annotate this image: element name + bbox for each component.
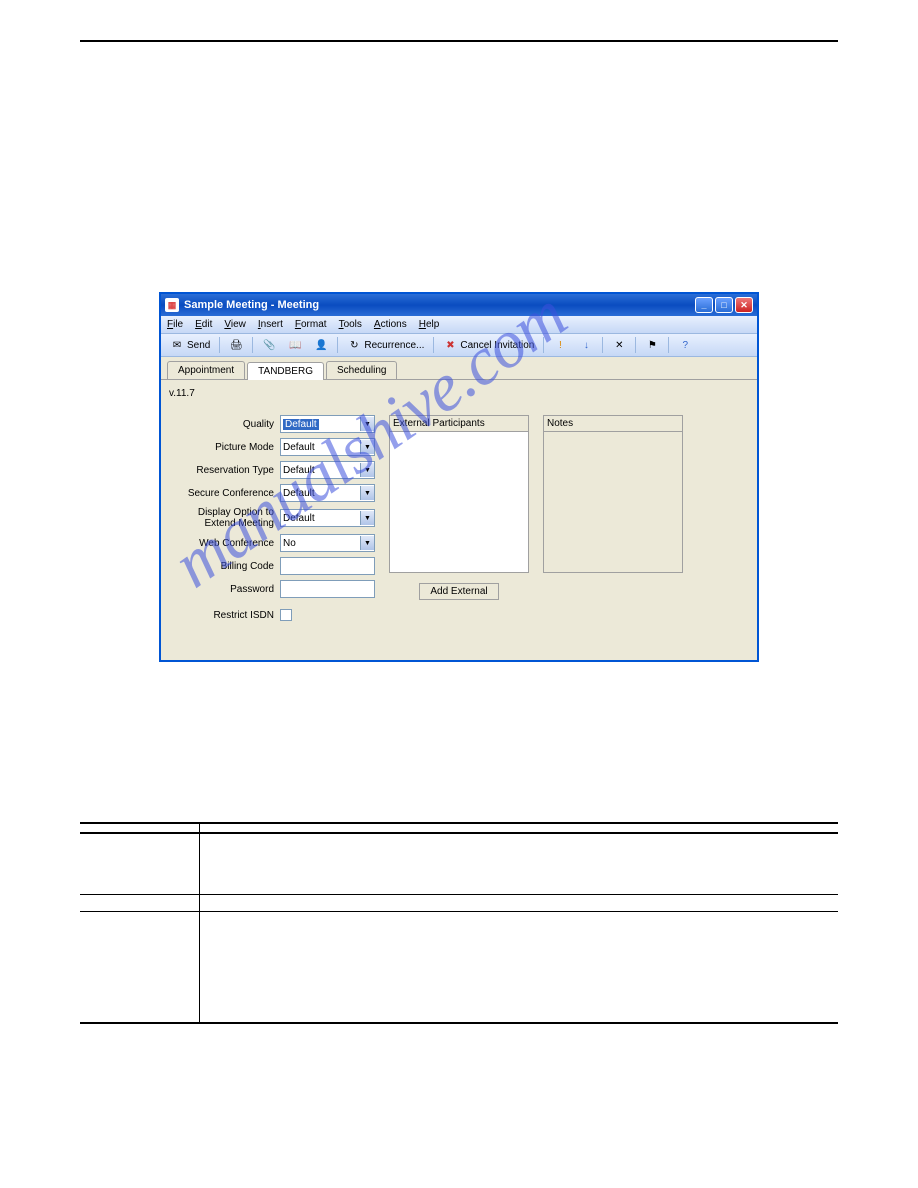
- book-icon: 📖: [288, 338, 302, 352]
- table-row-field: [80, 895, 200, 911]
- chevron-down-icon: ▼: [360, 417, 374, 431]
- table-row-field: [80, 912, 200, 1022]
- external-participants-label: External Participants: [390, 416, 528, 432]
- outlook-window: ▦ Sample Meeting - Meeting _ □ ✕ File Ed…: [159, 292, 759, 662]
- menu-insert[interactable]: Insert: [258, 319, 283, 330]
- web-conference-select[interactable]: No▼: [280, 534, 375, 552]
- book-button[interactable]: 📖: [285, 337, 305, 353]
- picture-mode-select[interactable]: Default▼: [280, 438, 375, 456]
- toolbar-separator: [668, 337, 669, 353]
- web-conference-label: Web Conference: [169, 538, 274, 549]
- table-row-description: [200, 895, 838, 911]
- toolbar-separator: [543, 337, 544, 353]
- cancel-icon: ✖: [443, 338, 457, 352]
- menu-file[interactable]: File: [167, 319, 183, 330]
- password-input[interactable]: [280, 580, 375, 598]
- toolbar-separator: [433, 337, 434, 353]
- flag-button[interactable]: ⚑: [642, 337, 662, 353]
- tab-content: v.11.7 Quality Default▼ Picture Mode Def…: [161, 380, 757, 660]
- calendar-icon: ▦: [165, 298, 179, 312]
- importance-low-button[interactable]: ↓: [576, 337, 596, 353]
- table-header-field: [80, 824, 200, 832]
- notes-panel: Notes: [543, 415, 683, 573]
- tab-row: Appointment TANDBERG Scheduling: [161, 357, 757, 380]
- chevron-down-icon: ▼: [360, 440, 374, 454]
- secure-conference-label: Secure Conference: [169, 488, 274, 499]
- quality-label: Quality: [169, 419, 274, 430]
- person-icon: 👤: [314, 338, 328, 352]
- print-icon: 🖨: [229, 338, 243, 352]
- importance-high-button[interactable]: !: [550, 337, 570, 353]
- close-button[interactable]: ✕: [735, 297, 753, 313]
- quality-select[interactable]: Default▼: [280, 415, 375, 433]
- tab-appointment[interactable]: Appointment: [167, 361, 245, 379]
- display-option-label: Display Option to Extend Meeting: [169, 507, 274, 529]
- send-icon: ✉: [170, 338, 184, 352]
- menu-tools[interactable]: Tools: [339, 319, 362, 330]
- table-row-description: [200, 834, 838, 894]
- check-names-button[interactable]: 👤: [311, 337, 331, 353]
- toolbar: ✉ Send 🖨 📎 📖 👤 ↻ Recurrence... ✖ Cancel …: [161, 334, 757, 357]
- external-participants-list[interactable]: [390, 432, 528, 572]
- table-row-field: [80, 834, 200, 894]
- menu-actions[interactable]: Actions: [374, 319, 407, 330]
- toolbar-separator: [252, 337, 253, 353]
- toolbar-separator: [635, 337, 636, 353]
- restrict-isdn-label: Restrict ISDN: [169, 610, 274, 621]
- tab-scheduling[interactable]: Scheduling: [326, 361, 397, 379]
- add-external-button[interactable]: Add External: [419, 583, 499, 600]
- tab-tandberg[interactable]: TANDBERG: [247, 362, 324, 380]
- table-header-description: [200, 824, 838, 832]
- cancel-invitation-button[interactable]: ✖ Cancel Invitation: [440, 337, 537, 353]
- toolbar-separator: [602, 337, 603, 353]
- importance-low-icon: ↓: [579, 338, 593, 352]
- secure-conference-select[interactable]: Default▼: [280, 484, 375, 502]
- help-icon: ?: [678, 338, 692, 352]
- toolbar-separator: [219, 337, 220, 353]
- chevron-down-icon: ▼: [360, 463, 374, 477]
- window-title: Sample Meeting - Meeting: [184, 299, 319, 311]
- external-participants-panel: External Participants: [389, 415, 529, 573]
- print-button[interactable]: 🖨: [226, 337, 246, 353]
- attach-icon: 📎: [262, 338, 276, 352]
- send-button[interactable]: ✉ Send: [167, 337, 213, 353]
- flag-icon: ⚑: [645, 338, 659, 352]
- menu-edit[interactable]: Edit: [195, 319, 212, 330]
- menu-bar[interactable]: File Edit View Insert Format Tools Actio…: [161, 316, 757, 334]
- billing-code-input[interactable]: [280, 557, 375, 575]
- notes-label: Notes: [544, 416, 682, 432]
- window-titlebar[interactable]: ▦ Sample Meeting - Meeting _ □ ✕: [161, 294, 757, 316]
- picture-mode-label: Picture Mode: [169, 442, 274, 453]
- restrict-isdn-checkbox[interactable]: [280, 609, 292, 621]
- importance-high-icon: !: [553, 338, 567, 352]
- page-intro: [80, 202, 838, 262]
- delete-icon: ✕: [612, 338, 626, 352]
- menu-help[interactable]: Help: [419, 319, 440, 330]
- delete-button[interactable]: ✕: [609, 337, 629, 353]
- chevron-down-icon: ▼: [360, 486, 374, 500]
- billing-code-label: Billing Code: [169, 561, 274, 572]
- password-label: Password: [169, 584, 274, 595]
- chevron-down-icon: ▼: [360, 511, 374, 525]
- header-rule: [80, 40, 838, 42]
- recurrence-button[interactable]: ↻ Recurrence...: [344, 337, 427, 353]
- attach-button[interactable]: 📎: [259, 337, 279, 353]
- minimize-button[interactable]: _: [695, 297, 713, 313]
- menu-format[interactable]: Format: [295, 319, 327, 330]
- recurrence-icon: ↻: [347, 338, 361, 352]
- menu-view[interactable]: View: [224, 319, 246, 330]
- maximize-button[interactable]: □: [715, 297, 733, 313]
- notes-area[interactable]: [544, 432, 682, 572]
- reservation-type-select[interactable]: Default▼: [280, 461, 375, 479]
- field-description-table: [80, 822, 838, 1024]
- table-row-description: [200, 912, 838, 1022]
- toolbar-separator: [337, 337, 338, 353]
- help-button[interactable]: ?: [675, 337, 695, 353]
- reservation-type-label: Reservation Type: [169, 465, 274, 476]
- chevron-down-icon: ▼: [360, 536, 374, 550]
- display-option-select[interactable]: Default▼: [280, 509, 375, 527]
- version-label: v.11.7: [169, 388, 749, 399]
